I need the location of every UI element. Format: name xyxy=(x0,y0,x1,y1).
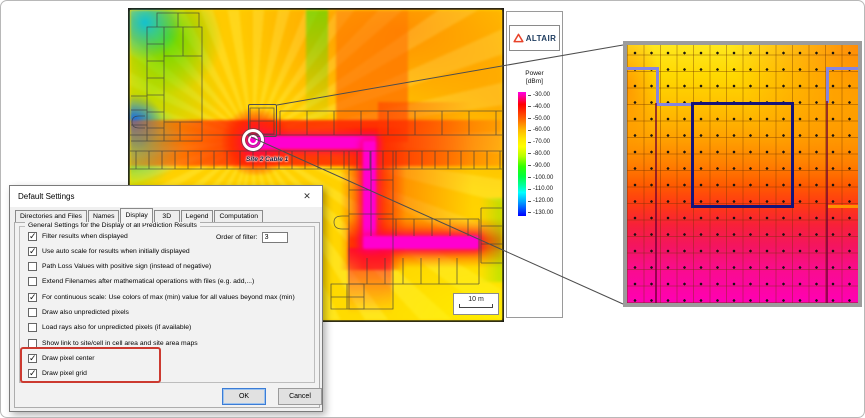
tick-dash xyxy=(528,165,531,166)
tick-row: -120.00 xyxy=(528,198,562,204)
legend-panel: ALTAIR Power [dBm] -30.00 -40.00 -50.00 … xyxy=(506,11,563,318)
tick-dash xyxy=(528,201,531,202)
cancel-button[interactable]: Cancel xyxy=(278,388,322,405)
building-outline xyxy=(691,102,794,208)
wall-line xyxy=(656,67,659,104)
checkbox-row-continuous-scale: For continuous scale: Use colors of max … xyxy=(28,292,218,302)
default-settings-dialog: Default Settings ✕ Directories and Files… xyxy=(9,185,323,412)
dialog-titlebar[interactable]: Default Settings ✕ xyxy=(10,186,322,207)
legend-title-power: Power xyxy=(507,70,562,78)
tick-row: -40.00 xyxy=(528,104,562,110)
checkbox[interactable] xyxy=(28,232,37,241)
checkbox-row-extend-filenames: Extend Filenames after mathematical oper… xyxy=(28,277,218,287)
tick-dash xyxy=(528,212,531,213)
tab-legend[interactable]: Legend xyxy=(181,210,214,222)
order-of-filter: Order of filter: xyxy=(216,232,288,243)
wall-line-dark xyxy=(655,103,657,303)
tick-row: -60.00 xyxy=(528,127,562,133)
tab-3d[interactable]: 3D xyxy=(154,210,180,222)
tick-dash xyxy=(528,189,531,190)
groupbox-title: General Settings for the Display of all … xyxy=(25,222,200,229)
site-marker-inner-ring xyxy=(248,135,258,145)
close-icon[interactable]: ✕ xyxy=(296,186,318,206)
wall-line xyxy=(826,67,829,103)
wall-line xyxy=(656,103,693,106)
map-scale-label: 10 m xyxy=(468,296,484,303)
tick-row: -130.00 xyxy=(528,210,562,216)
altair-triangle-icon xyxy=(513,33,524,43)
wall-line xyxy=(826,67,858,70)
checkbox-row-load-rays: Load rays also for unpredicted pixels (i… xyxy=(28,323,218,333)
checkbox[interactable] xyxy=(28,262,37,271)
site-marker[interactable] xyxy=(242,129,264,151)
map-scale-bar xyxy=(459,304,493,308)
zoomed-pixel-view xyxy=(623,41,862,307)
tick-dash xyxy=(528,130,531,131)
dialog-title: Default Settings xyxy=(10,192,74,201)
checkbox[interactable] xyxy=(28,247,37,256)
checkbox-row-unpredicted-pixels: Draw also unpredicted pixels xyxy=(28,308,218,318)
altair-brand-text: ALTAIR xyxy=(526,34,557,43)
red-highlight-rectangle xyxy=(20,347,161,383)
map-scale: 10 m xyxy=(453,293,499,315)
screenshot-canvas: Site 2 Cable 1 10 m ALTAIR Power [dBm] -… xyxy=(0,0,865,418)
checkbox[interactable] xyxy=(28,323,37,332)
tick-dash xyxy=(528,106,531,107)
tick-dash xyxy=(528,142,531,143)
power-colorbar xyxy=(518,92,526,216)
tick-row: -70.00 xyxy=(528,139,562,145)
site-label: Site 2 Cable 1 xyxy=(246,156,288,163)
tick-dash xyxy=(528,95,531,96)
colorbar-ticks: -30.00 -40.00 -50.00 -60.00 -70.00 -80.0… xyxy=(528,92,562,216)
tab-names[interactable]: Names xyxy=(88,210,120,222)
altair-logo: ALTAIR xyxy=(509,25,560,51)
wall-line-dark xyxy=(826,101,828,303)
dialog-tab-strip: Directories and Files Names Display 3D L… xyxy=(15,208,264,222)
tick-dash xyxy=(528,118,531,119)
tab-display[interactable]: Display xyxy=(120,208,152,223)
checkbox[interactable] xyxy=(28,277,37,286)
checkbox-row-filter-results: Filter results when displayed xyxy=(28,231,218,241)
tick-row: -110.00 xyxy=(528,186,562,192)
tick-row: -80.00 xyxy=(528,151,562,157)
wall-line xyxy=(627,67,657,70)
order-of-filter-label: Order of filter: xyxy=(216,234,258,241)
ok-button[interactable]: OK xyxy=(222,388,266,405)
tick-dash xyxy=(528,153,531,154)
tick-row: -30.00 xyxy=(528,92,562,98)
checkbox-row-auto-scale: Use auto scale for results when initiall… xyxy=(28,246,218,256)
legend-title: Power [dBm] xyxy=(507,70,562,86)
order-of-filter-input[interactable] xyxy=(262,232,288,243)
checkbox-row-path-loss-positive: Path Loss Values with positive sign (ins… xyxy=(28,262,218,272)
tick-dash xyxy=(528,177,531,178)
legend-title-unit: [dBm] xyxy=(507,78,562,86)
tick-row: -50.00 xyxy=(528,116,562,122)
wall-line-orange xyxy=(828,205,858,208)
tick-row: -90.00 xyxy=(528,163,562,169)
tab-directories-and-files[interactable]: Directories and Files xyxy=(15,210,87,222)
tab-computation[interactable]: Computation xyxy=(214,210,263,222)
checkbox[interactable] xyxy=(28,308,37,317)
tick-row: -100.00 xyxy=(528,175,562,181)
checkbox[interactable] xyxy=(28,293,37,302)
